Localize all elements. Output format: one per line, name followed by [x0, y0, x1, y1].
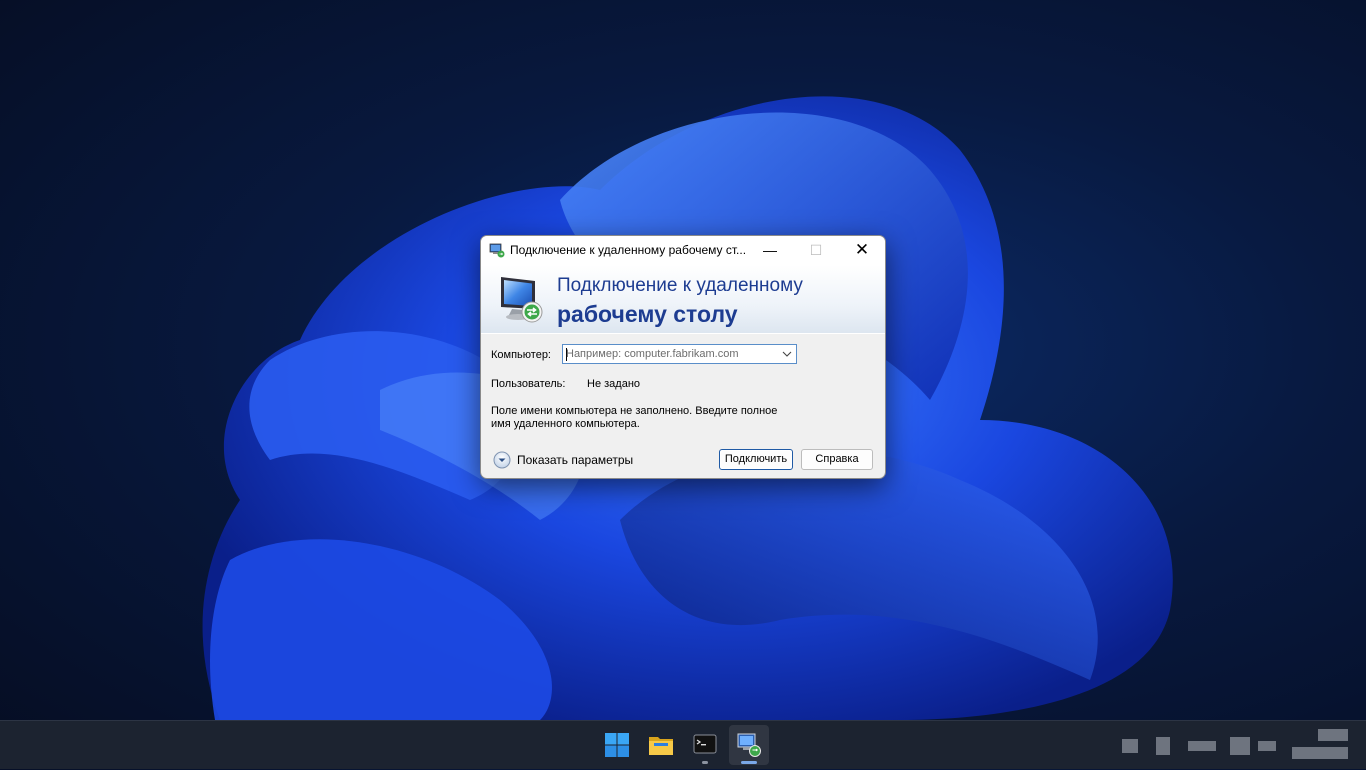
user-value: Не задано — [587, 378, 641, 390]
status-message-line1: Поле имени компьютера не заполнено. Введ… — [491, 405, 778, 417]
remote-desktop-monitor-icon — [501, 277, 543, 323]
user-label: Пользователь: — [491, 378, 566, 390]
running-indicator — [702, 761, 708, 764]
folder-icon — [649, 737, 673, 755]
remote-desktop-icon — [489, 243, 505, 258]
close-button[interactable]: ✕ — [839, 236, 885, 265]
active-indicator — [741, 761, 757, 764]
tray-clock[interactable] — [1318, 729, 1348, 741]
start-button[interactable] — [597, 725, 637, 765]
title-bar[interactable]: Подключение к удаленному рабочему ст... … — [481, 236, 885, 265]
terminal-button[interactable] — [685, 725, 725, 765]
header-banner: Подключение к удаленному рабочему столу — [481, 265, 885, 334]
connect-button[interactable]: Подключить — [719, 449, 793, 470]
chevron-down-icon[interactable] — [782, 349, 792, 359]
show-options-label: Показать параметры — [517, 453, 634, 467]
banner-title-line1: Подключение к удаленному — [557, 275, 803, 296]
tray-icon-2[interactable] — [1156, 737, 1170, 755]
maximize-button[interactable]: ☐ — [793, 236, 839, 265]
taskbar — [0, 720, 1366, 769]
tray-icon-4[interactable] — [1230, 737, 1250, 755]
window-title: Подключение к удаленному рабочему ст... — [510, 243, 747, 257]
remote-desktop-dialog: Подключение к удаленному рабочему ст... … — [480, 235, 886, 479]
status-message-line2: имя удаленного компьютера. — [491, 418, 640, 430]
remote-desktop-taskbar-button[interactable] — [729, 725, 769, 765]
tray-icon-1[interactable] — [1122, 739, 1138, 753]
banner-divider — [481, 333, 885, 334]
minimize-button[interactable]: — — [747, 236, 793, 265]
tray-icon-3[interactable] — [1188, 741, 1216, 751]
computer-label: Компьютер: — [491, 349, 551, 361]
help-button[interactable]: Справка — [801, 449, 873, 470]
tray-icon-5[interactable] — [1258, 741, 1276, 751]
banner-title-line2: рабочему столу — [557, 301, 738, 327]
tray-date[interactable] — [1292, 747, 1348, 759]
file-explorer-button[interactable] — [641, 725, 681, 765]
terminal-icon — [693, 734, 717, 754]
windows-logo-icon — [605, 733, 629, 757]
computer-input[interactable] — [566, 346, 771, 362]
remote-desktop-icon — [737, 733, 761, 757]
expand-circle-icon — [493, 451, 511, 469]
computer-combobox[interactable] — [562, 344, 797, 364]
